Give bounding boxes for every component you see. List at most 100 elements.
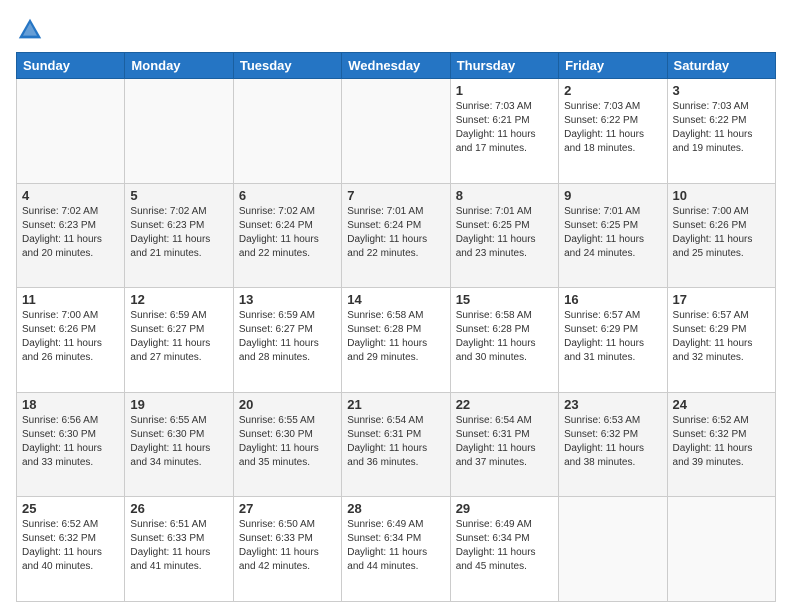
- calendar-day-cell: 4 Sunrise: 7:02 AMSunset: 6:23 PMDaylight…: [17, 183, 125, 288]
- calendar-day-cell: [559, 497, 667, 602]
- day-info: Sunrise: 6:59 AMSunset: 6:27 PMDaylight:…: [130, 309, 227, 365]
- day-info: Sunrise: 6:57 AMSunset: 6:29 PMDaylight:…: [564, 309, 661, 365]
- calendar-day-cell: [342, 79, 450, 184]
- day-number: 10: [673, 188, 770, 203]
- day-number: 2: [564, 83, 661, 98]
- calendar-day-cell: 12 Sunrise: 6:59 AMSunset: 6:27 PMDayligh…: [125, 288, 233, 393]
- day-number: 22: [456, 397, 553, 412]
- day-info: Sunrise: 6:54 AMSunset: 6:31 PMDaylight:…: [347, 414, 444, 470]
- day-info: Sunrise: 6:54 AMSunset: 6:31 PMDaylight:…: [456, 414, 553, 470]
- day-number: 17: [673, 292, 770, 307]
- day-info: Sunrise: 6:55 AMSunset: 6:30 PMDaylight:…: [239, 414, 336, 470]
- day-info: Sunrise: 6:51 AMSunset: 6:33 PMDaylight:…: [130, 518, 227, 574]
- day-info: Sunrise: 7:01 AMSunset: 6:25 PMDaylight:…: [564, 205, 661, 261]
- calendar-day-cell: [233, 79, 341, 184]
- calendar-day-cell: 25 Sunrise: 6:52 AMSunset: 6:32 PMDayligh…: [17, 497, 125, 602]
- calendar-day-cell: 14Sunrise: 6:58 AMSunset: 6:28 PMDayligh…: [342, 288, 450, 393]
- calendar-day-cell: 22 Sunrise: 6:54 AMSunset: 6:31 PMDayligh…: [450, 392, 558, 497]
- day-number: 6: [239, 188, 336, 203]
- calendar-week-row: 1 Sunrise: 7:03 AMSunset: 6:21 PMDaylight…: [17, 79, 776, 184]
- calendar-week-row: 11 Sunrise: 7:00 AMSunset: 6:26 PMDayligh…: [17, 288, 776, 393]
- calendar-day-cell: 8 Sunrise: 7:01 AMSunset: 6:25 PMDaylight…: [450, 183, 558, 288]
- calendar-day-cell: 24 Sunrise: 6:52 AMSunset: 6:32 PMDayligh…: [667, 392, 775, 497]
- calendar-day-header: Thursday: [450, 53, 558, 79]
- calendar-day-cell: 29 Sunrise: 6:49 AMSunset: 6:34 PMDayligh…: [450, 497, 558, 602]
- day-number: 21: [347, 397, 444, 412]
- day-info: Sunrise: 7:03 AMSunset: 6:22 PMDaylight:…: [673, 100, 770, 156]
- calendar-week-row: 4 Sunrise: 7:02 AMSunset: 6:23 PMDaylight…: [17, 183, 776, 288]
- calendar-day-cell: 11 Sunrise: 7:00 AMSunset: 6:26 PMDayligh…: [17, 288, 125, 393]
- calendar-day-cell: 17 Sunrise: 6:57 AMSunset: 6:29 PMDayligh…: [667, 288, 775, 393]
- calendar-day-cell: 21 Sunrise: 6:54 AMSunset: 6:31 PMDayligh…: [342, 392, 450, 497]
- calendar-day-cell: 27Sunrise: 6:50 AMSunset: 6:33 PMDayligh…: [233, 497, 341, 602]
- day-info: Sunrise: 6:49 AMSunset: 6:34 PMDaylight:…: [456, 518, 553, 574]
- day-number: 11: [22, 292, 119, 307]
- day-number: 27: [239, 501, 336, 516]
- calendar-week-row: 25 Sunrise: 6:52 AMSunset: 6:32 PMDayligh…: [17, 497, 776, 602]
- day-number: 23: [564, 397, 661, 412]
- calendar-day-cell: 7Sunrise: 7:01 AMSunset: 6:24 PMDaylight…: [342, 183, 450, 288]
- day-number: 24: [673, 397, 770, 412]
- day-info: Sunrise: 7:01 AMSunset: 6:25 PMDaylight:…: [456, 205, 553, 261]
- calendar-day-header: Wednesday: [342, 53, 450, 79]
- day-info: Sunrise: 7:03 AMSunset: 6:22 PMDaylight:…: [564, 100, 661, 156]
- day-number: 26: [130, 501, 227, 516]
- calendar-day-cell: 5Sunrise: 7:02 AMSunset: 6:23 PMDaylight…: [125, 183, 233, 288]
- day-number: 12: [130, 292, 227, 307]
- calendar-day-cell: 3Sunrise: 7:03 AMSunset: 6:22 PMDaylight…: [667, 79, 775, 184]
- calendar-day-cell: 9 Sunrise: 7:01 AMSunset: 6:25 PMDaylight…: [559, 183, 667, 288]
- day-info: Sunrise: 6:57 AMSunset: 6:29 PMDaylight:…: [673, 309, 770, 365]
- calendar-day-cell: 6Sunrise: 7:02 AMSunset: 6:24 PMDaylight…: [233, 183, 341, 288]
- day-info: Sunrise: 6:58 AMSunset: 6:28 PMDaylight:…: [456, 309, 553, 365]
- calendar-day-header: Tuesday: [233, 53, 341, 79]
- day-number: 1: [456, 83, 553, 98]
- day-number: 19: [130, 397, 227, 412]
- header: [16, 16, 776, 44]
- day-info: Sunrise: 6:56 AMSunset: 6:30 PMDaylight:…: [22, 414, 119, 470]
- day-number: 14: [347, 292, 444, 307]
- day-number: 8: [456, 188, 553, 203]
- calendar-day-cell: [125, 79, 233, 184]
- calendar-day-header: Saturday: [667, 53, 775, 79]
- day-number: 25: [22, 501, 119, 516]
- day-number: 9: [564, 188, 661, 203]
- day-info: Sunrise: 6:59 AMSunset: 6:27 PMDaylight:…: [239, 309, 336, 365]
- day-info: Sunrise: 7:00 AMSunset: 6:26 PMDaylight:…: [673, 205, 770, 261]
- day-number: 13: [239, 292, 336, 307]
- calendar-day-cell: 16 Sunrise: 6:57 AMSunset: 6:29 PMDayligh…: [559, 288, 667, 393]
- calendar-day-cell: 2 Sunrise: 7:03 AMSunset: 6:22 PMDaylight…: [559, 79, 667, 184]
- calendar-day-cell: 20 Sunrise: 6:55 AMSunset: 6:30 PMDayligh…: [233, 392, 341, 497]
- day-number: 16: [564, 292, 661, 307]
- calendar-day-cell: 1 Sunrise: 7:03 AMSunset: 6:21 PMDaylight…: [450, 79, 558, 184]
- calendar-day-cell: 19 Sunrise: 6:55 AMSunset: 6:30 PMDayligh…: [125, 392, 233, 497]
- calendar-table: SundayMondayTuesdayWednesdayThursdayFrid…: [16, 52, 776, 602]
- day-info: Sunrise: 7:02 AMSunset: 6:23 PMDaylight:…: [22, 205, 119, 261]
- logo: [16, 16, 48, 44]
- day-number: 18: [22, 397, 119, 412]
- day-number: 5: [130, 188, 227, 203]
- calendar-day-header: Friday: [559, 53, 667, 79]
- calendar-day-header: Monday: [125, 53, 233, 79]
- day-info: Sunrise: 7:00 AMSunset: 6:26 PMDaylight:…: [22, 309, 119, 365]
- day-number: 4: [22, 188, 119, 203]
- calendar-day-header: Sunday: [17, 53, 125, 79]
- day-number: 20: [239, 397, 336, 412]
- day-number: 7: [347, 188, 444, 203]
- day-info: Sunrise: 6:49 AMSunset: 6:34 PMDaylight:…: [347, 518, 444, 574]
- calendar-day-cell: 18 Sunrise: 6:56 AMSunset: 6:30 PMDayligh…: [17, 392, 125, 497]
- day-info: Sunrise: 7:03 AMSunset: 6:21 PMDaylight:…: [456, 100, 553, 156]
- calendar-day-cell: [667, 497, 775, 602]
- day-number: 29: [456, 501, 553, 516]
- calendar-day-cell: 28 Sunrise: 6:49 AMSunset: 6:34 PMDayligh…: [342, 497, 450, 602]
- day-info: Sunrise: 6:52 AMSunset: 6:32 PMDaylight:…: [673, 414, 770, 470]
- calendar-day-cell: 10 Sunrise: 7:00 AMSunset: 6:26 PMDayligh…: [667, 183, 775, 288]
- day-info: Sunrise: 6:52 AMSunset: 6:32 PMDaylight:…: [22, 518, 119, 574]
- day-info: Sunrise: 6:55 AMSunset: 6:30 PMDaylight:…: [130, 414, 227, 470]
- day-number: 15: [456, 292, 553, 307]
- day-number: 28: [347, 501, 444, 516]
- calendar-day-cell: 15 Sunrise: 6:58 AMSunset: 6:28 PMDayligh…: [450, 288, 558, 393]
- day-info: Sunrise: 6:53 AMSunset: 6:32 PMDaylight:…: [564, 414, 661, 470]
- calendar-week-row: 18 Sunrise: 6:56 AMSunset: 6:30 PMDayligh…: [17, 392, 776, 497]
- calendar-day-cell: [17, 79, 125, 184]
- calendar-day-cell: 26 Sunrise: 6:51 AMSunset: 6:33 PMDayligh…: [125, 497, 233, 602]
